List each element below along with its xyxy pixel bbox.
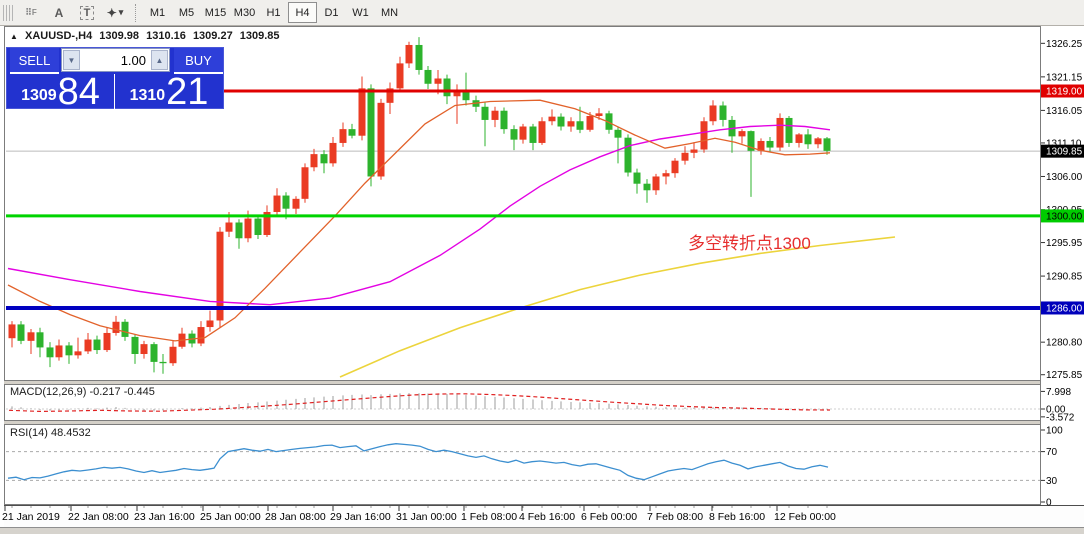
ask-price-big: 21: [166, 70, 209, 113]
price-axis: [1040, 26, 1084, 505]
tab-timeframe-h4[interactable]: H4: [288, 2, 317, 23]
tab-timeframe-m15[interactable]: M15: [201, 2, 230, 23]
quote-prices: 1309 84 1310 21: [7, 70, 223, 113]
crosshair-grid-button[interactable]: ⠿ F: [17, 3, 45, 23]
toolbar-separator: [135, 3, 137, 22]
one-click-trading-panel: SELL ▼ 1.00 ▲ BUY 1309 84 1310 21: [6, 47, 224, 113]
indicators-button[interactable]: ✦ ▾: [101, 3, 129, 23]
time-axis: [4, 505, 1084, 528]
cursor-arrow-button[interactable]: A: [45, 3, 73, 23]
chart-header: ▲ XAUUSD-,H4 1309.98 1310.16 1309.27 130…: [10, 30, 284, 42]
macd-label: MACD(12,26,9) -0.217 -0.445: [10, 386, 155, 398]
chevron-down-icon: ▾: [118, 7, 124, 17]
ohlc-low: 1309.27: [192, 30, 233, 42]
mt4-window: ⠿ F A T ✦ ▾ M1 M5 M15 M30 H1 H4 D1 W1 MN ▲…: [0, 0, 1084, 534]
ohlc-open: 1309.98: [99, 30, 140, 42]
tab-timeframe-w1[interactable]: W1: [346, 2, 375, 23]
macd-panel[interactable]: [4, 384, 1041, 421]
ask-price-small: 1310: [129, 87, 166, 104]
rsi-panel[interactable]: [4, 424, 1041, 505]
tab-timeframe-mn[interactable]: MN: [375, 2, 404, 23]
ohlc-high: 1310.16: [146, 30, 186, 42]
window-bottom-edge: [0, 527, 1084, 534]
bid-price[interactable]: 1309 84: [7, 70, 115, 113]
volume-increase-button[interactable]: ▲: [151, 50, 168, 70]
toolbar: ⠿ F A T ✦ ▾ M1 M5 M15 M30 H1 H4 D1 W1 MN: [0, 0, 1084, 26]
ask-price[interactable]: 1310 21: [115, 70, 223, 113]
bid-price-big: 84: [57, 70, 100, 113]
sell-button[interactable]: SELL: [10, 48, 59, 74]
tab-timeframe-m1[interactable]: M1: [143, 2, 172, 23]
tab-timeframe-m5[interactable]: M5: [172, 2, 201, 23]
tab-timeframe-m30[interactable]: M30: [230, 2, 259, 23]
text-icon: T: [79, 5, 95, 20]
volume-value[interactable]: 1.00: [81, 53, 150, 68]
bid-price-small: 1309: [21, 87, 57, 104]
text-label-button[interactable]: T: [73, 3, 101, 23]
tab-timeframe-h1[interactable]: H1: [259, 2, 288, 23]
symbol-label: XAUUSD-,H4: [24, 30, 93, 42]
rsi-label: RSI(14) 48.4532: [10, 427, 91, 439]
toolbar-grip-icon: [3, 4, 13, 21]
tab-timeframe-d1[interactable]: D1: [317, 2, 346, 23]
ohlc-close: 1309.85: [239, 30, 280, 42]
volume-stepper: ▼ 1.00 ▲: [61, 48, 170, 72]
volume-decrease-button[interactable]: ▼: [63, 50, 80, 70]
collapse-arrow-icon[interactable]: ▲: [10, 32, 18, 41]
